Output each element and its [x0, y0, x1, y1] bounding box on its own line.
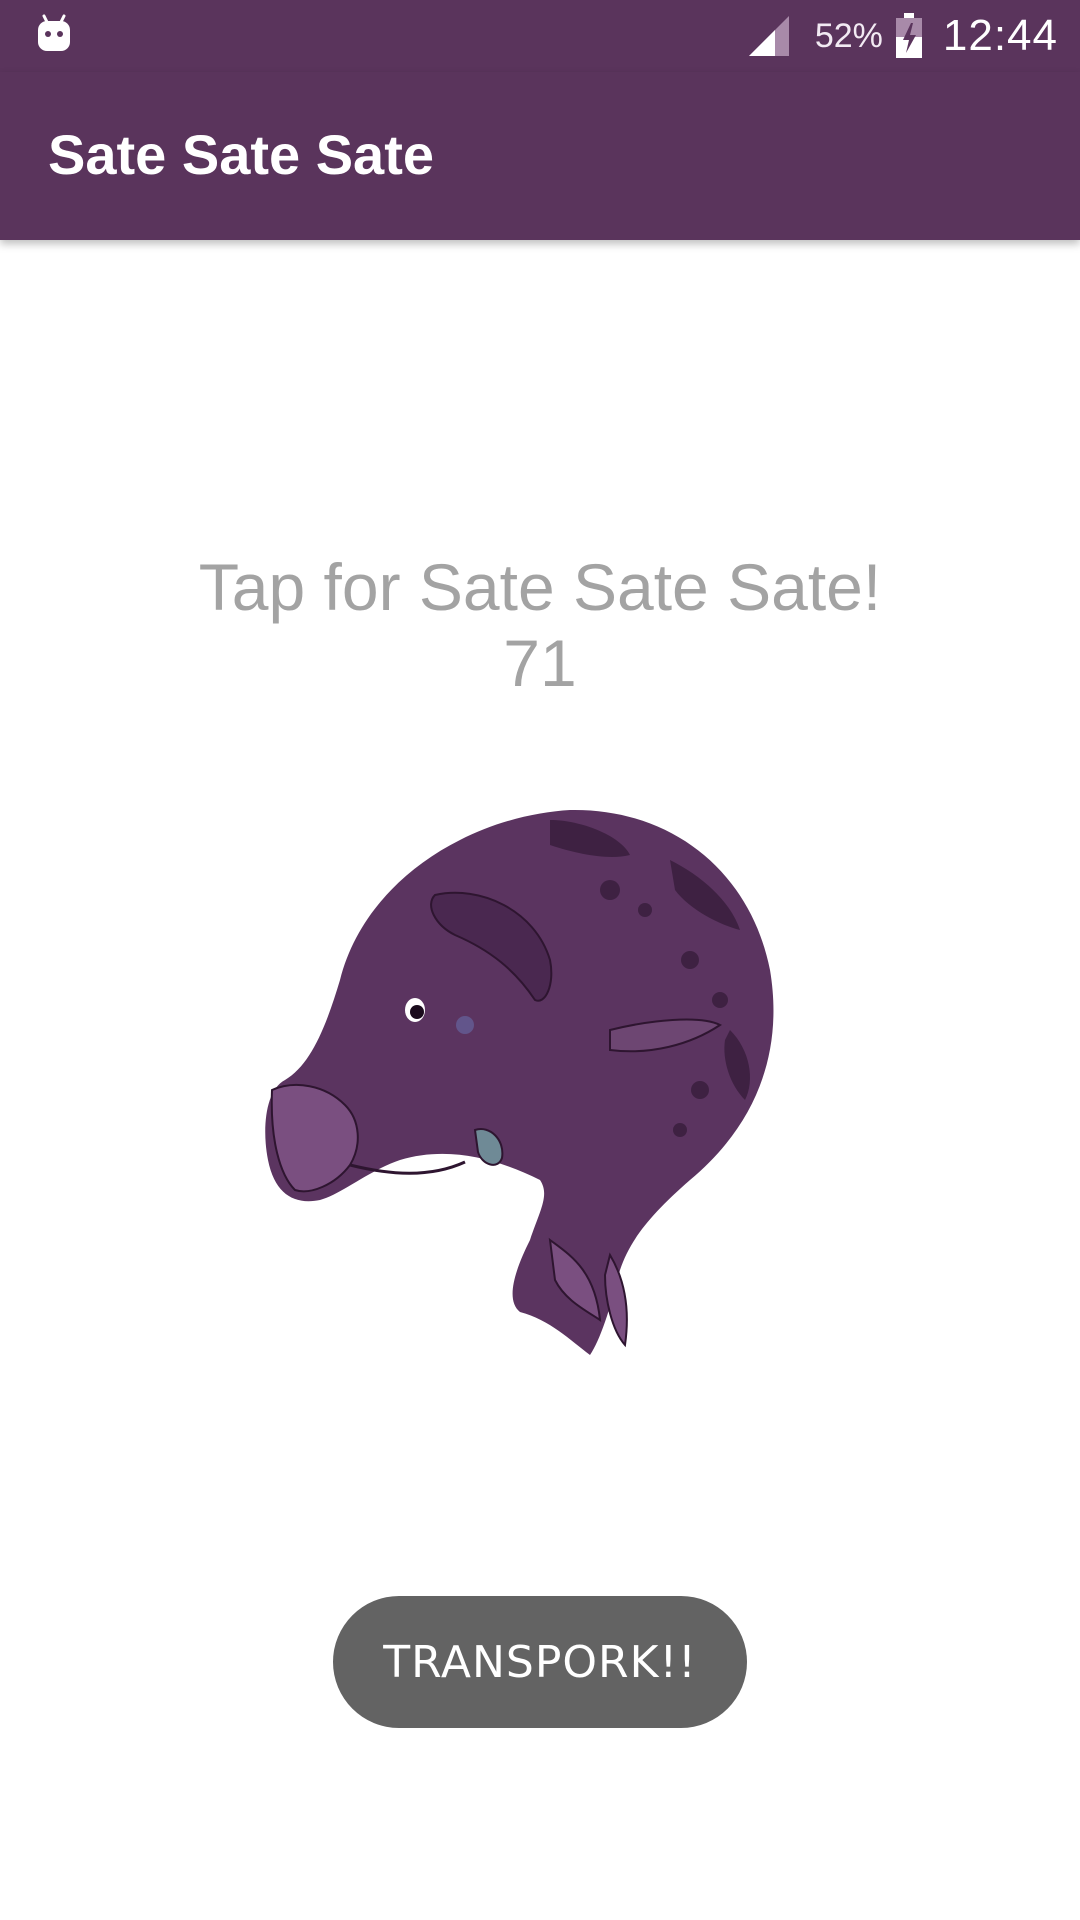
status-bar: 52% 12:44: [0, 0, 1080, 72]
status-clock: 12:44: [942, 11, 1058, 60]
app-toolbar: Sate Sate Sate: [0, 72, 1080, 240]
status-icons: 52% 12:44: [747, 0, 1058, 72]
app-title: Sate Sate Sate: [48, 123, 434, 186]
tap-counter: 71: [503, 626, 577, 700]
purple-pig-creature-image[interactable]: [250, 800, 830, 1360]
transpork-button[interactable]: TRANSPORK!!: [333, 1596, 747, 1728]
cellular-signal-icon: [748, 16, 789, 56]
android-icon: [38, 14, 70, 51]
battery-charging-icon: [895, 13, 922, 58]
app-screen: 52% 12:44 Sate Sate Sate Tap for Sate Sa…: [0, 0, 1080, 1920]
battery-percentage: 52%: [814, 16, 883, 55]
tap-prompt: Tap for Sate Sate Sate!: [198, 550, 882, 624]
